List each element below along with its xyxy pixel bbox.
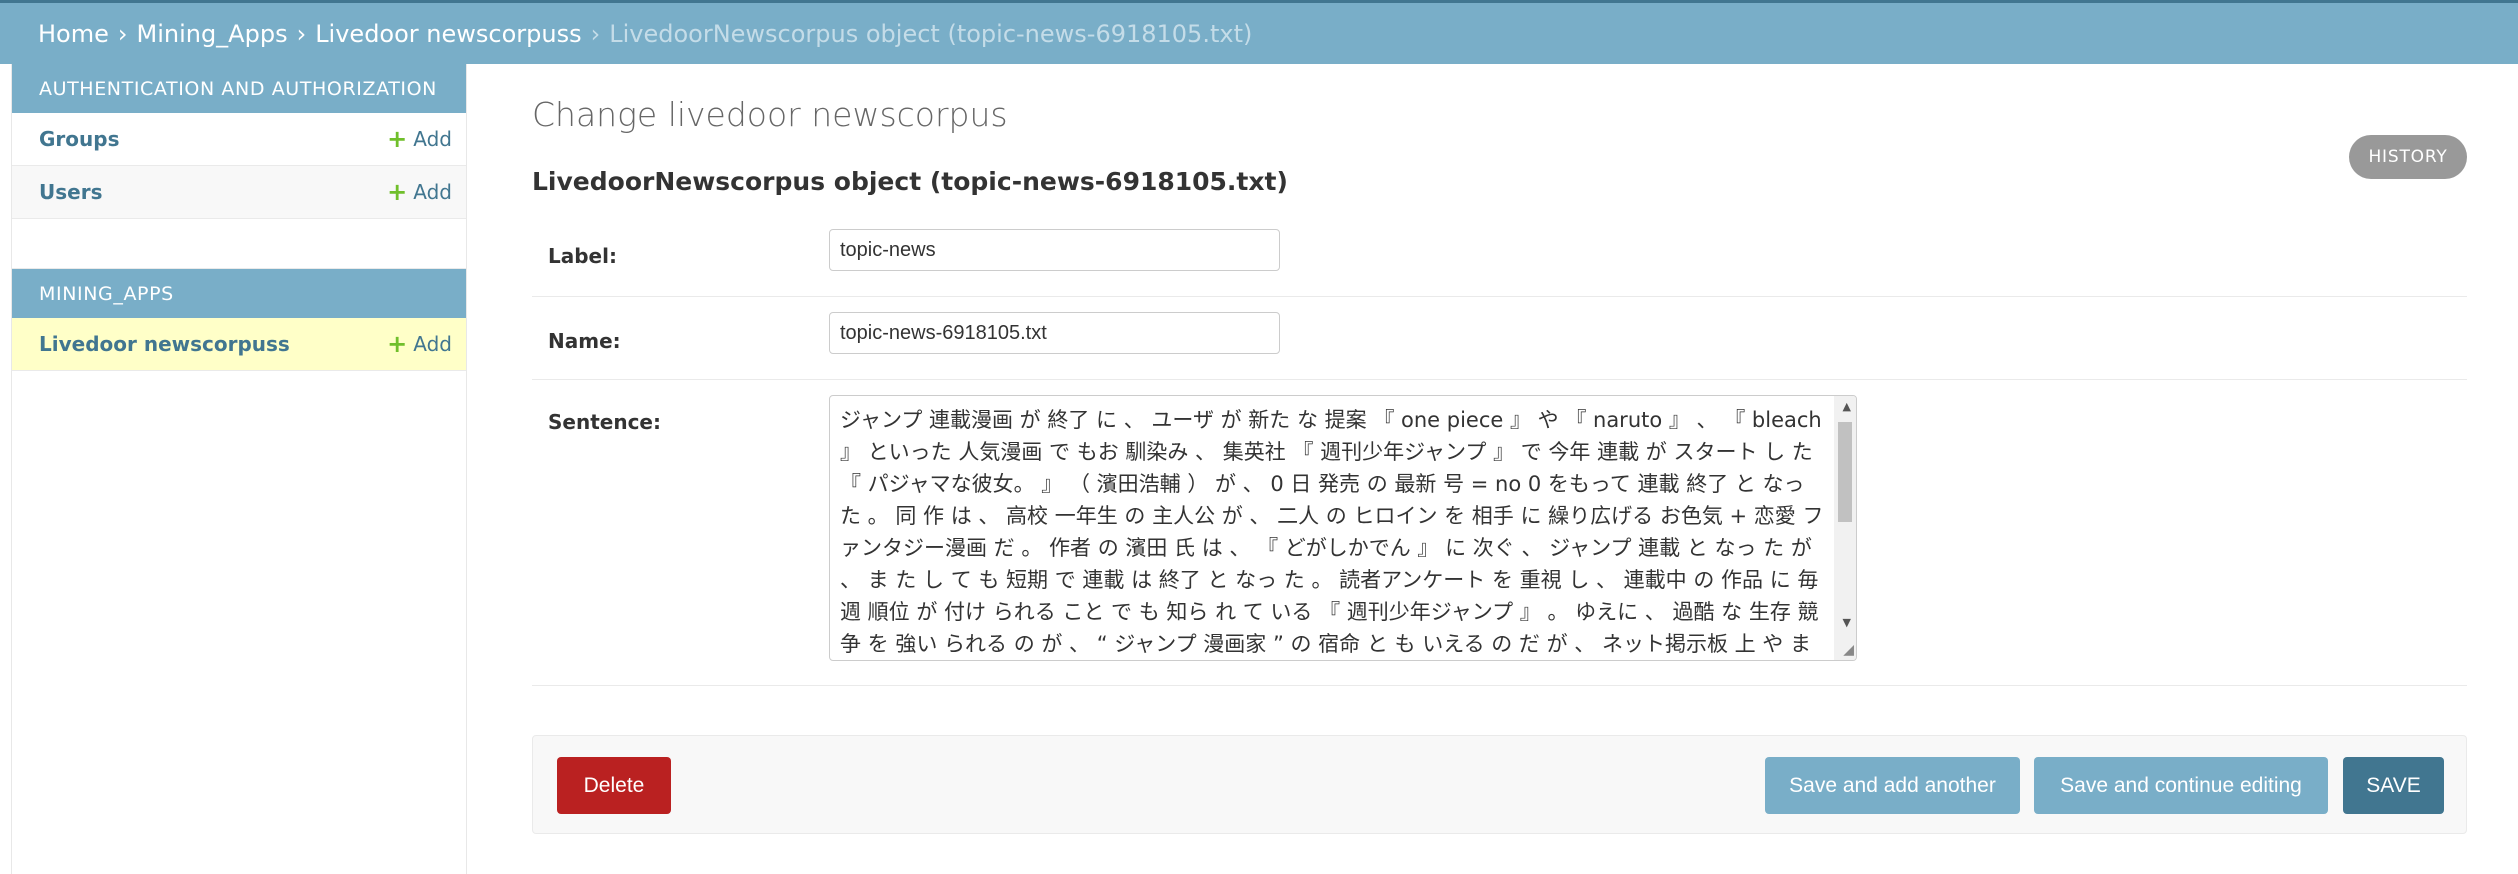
textarea-scrollbar[interactable]: ▲ ▼ xyxy=(1834,396,1856,660)
scroll-up-icon[interactable]: ▲ xyxy=(1843,400,1851,413)
nav-sidebar: AUTHENTICATION AND AUTHORIZATION Groups … xyxy=(11,64,467,874)
add-label: Add xyxy=(413,332,452,356)
label-input[interactable] xyxy=(829,229,1280,271)
form-row-name: Name: xyxy=(532,297,2467,380)
add-label: Add xyxy=(413,127,452,151)
breadcrumb-app-link[interactable]: Mining_Apps xyxy=(136,20,287,48)
form-row-sentence: Sentence: ジャンプ 連載漫画 が 終了 に 、 ユーザ が 新た な … xyxy=(532,380,2467,686)
livedoor-newscorpuss-link[interactable]: Livedoor newscorpuss xyxy=(39,332,290,356)
scroll-down-icon[interactable]: ▼ xyxy=(1843,616,1851,629)
users-add-link[interactable]: + Add xyxy=(387,180,452,204)
groups-link[interactable]: Groups xyxy=(39,127,119,151)
plus-icon: + xyxy=(387,178,408,206)
breadcrumb-model-link[interactable]: Livedoor newscorpuss xyxy=(315,20,581,48)
sidebar-item-groups: Groups + Add xyxy=(12,113,466,166)
history-button[interactable]: HISTORY xyxy=(2349,135,2467,179)
users-link[interactable]: Users xyxy=(39,180,102,204)
object-heading: LivedoorNewscorpus object (topic-news-69… xyxy=(532,167,1288,196)
save-and-continue-button[interactable]: Save and continue editing xyxy=(2034,757,2328,814)
module-caption-auth[interactable]: AUTHENTICATION AND AUTHORIZATION xyxy=(12,64,466,113)
save-and-add-another-button[interactable]: Save and add another xyxy=(1765,757,2020,814)
module-caption-mining-apps[interactable]: MINING_APPS xyxy=(12,269,466,318)
breadcrumb-current: LivedoorNewscorpus object (topic-news-69… xyxy=(609,19,1253,48)
scroll-thumb[interactable] xyxy=(1838,422,1852,522)
name-field-label: Name: xyxy=(548,329,621,353)
breadcrumb-separator: › xyxy=(296,19,307,48)
breadcrumb-home-link[interactable]: Home xyxy=(38,20,109,48)
sentence-field-label: Sentence: xyxy=(548,410,661,434)
save-button[interactable]: SAVE xyxy=(2343,757,2444,814)
sentence-textarea[interactable]: ジャンプ 連載漫画 が 終了 に 、 ユーザ が 新た な 提案 『 one p… xyxy=(829,395,1857,661)
groups-add-link[interactable]: + Add xyxy=(387,127,452,151)
module-spacer xyxy=(12,219,466,269)
submit-row: Delete Save and add another Save and con… xyxy=(532,735,2467,834)
plus-icon: + xyxy=(387,125,408,153)
form-row-label: Label: xyxy=(532,214,2467,297)
breadcrumb-separator: › xyxy=(117,19,128,48)
sidebar-item-users: Users + Add xyxy=(12,166,466,219)
sentence-text[interactable]: ジャンプ 連載漫画 が 終了 に 、 ユーザ が 新た な 提案 『 one p… xyxy=(840,404,1830,660)
add-label: Add xyxy=(413,180,452,204)
name-input[interactable] xyxy=(829,312,1280,354)
plus-icon: + xyxy=(387,330,408,358)
breadcrumb-separator: › xyxy=(590,19,601,48)
breadcrumb: Home › Mining_Apps › Livedoor newscorpus… xyxy=(0,0,2518,64)
livedoor-newscorpuss-add-link[interactable]: + Add xyxy=(387,332,452,356)
sidebar-item-livedoor-newscorpuss: Livedoor newscorpuss + Add xyxy=(12,318,466,371)
page-title: Change livedoor newscorpus xyxy=(532,95,1008,134)
label-field-label: Label: xyxy=(548,244,617,268)
delete-button[interactable]: Delete xyxy=(557,757,671,814)
resize-handle-icon[interactable]: ◢ xyxy=(1843,642,1854,658)
